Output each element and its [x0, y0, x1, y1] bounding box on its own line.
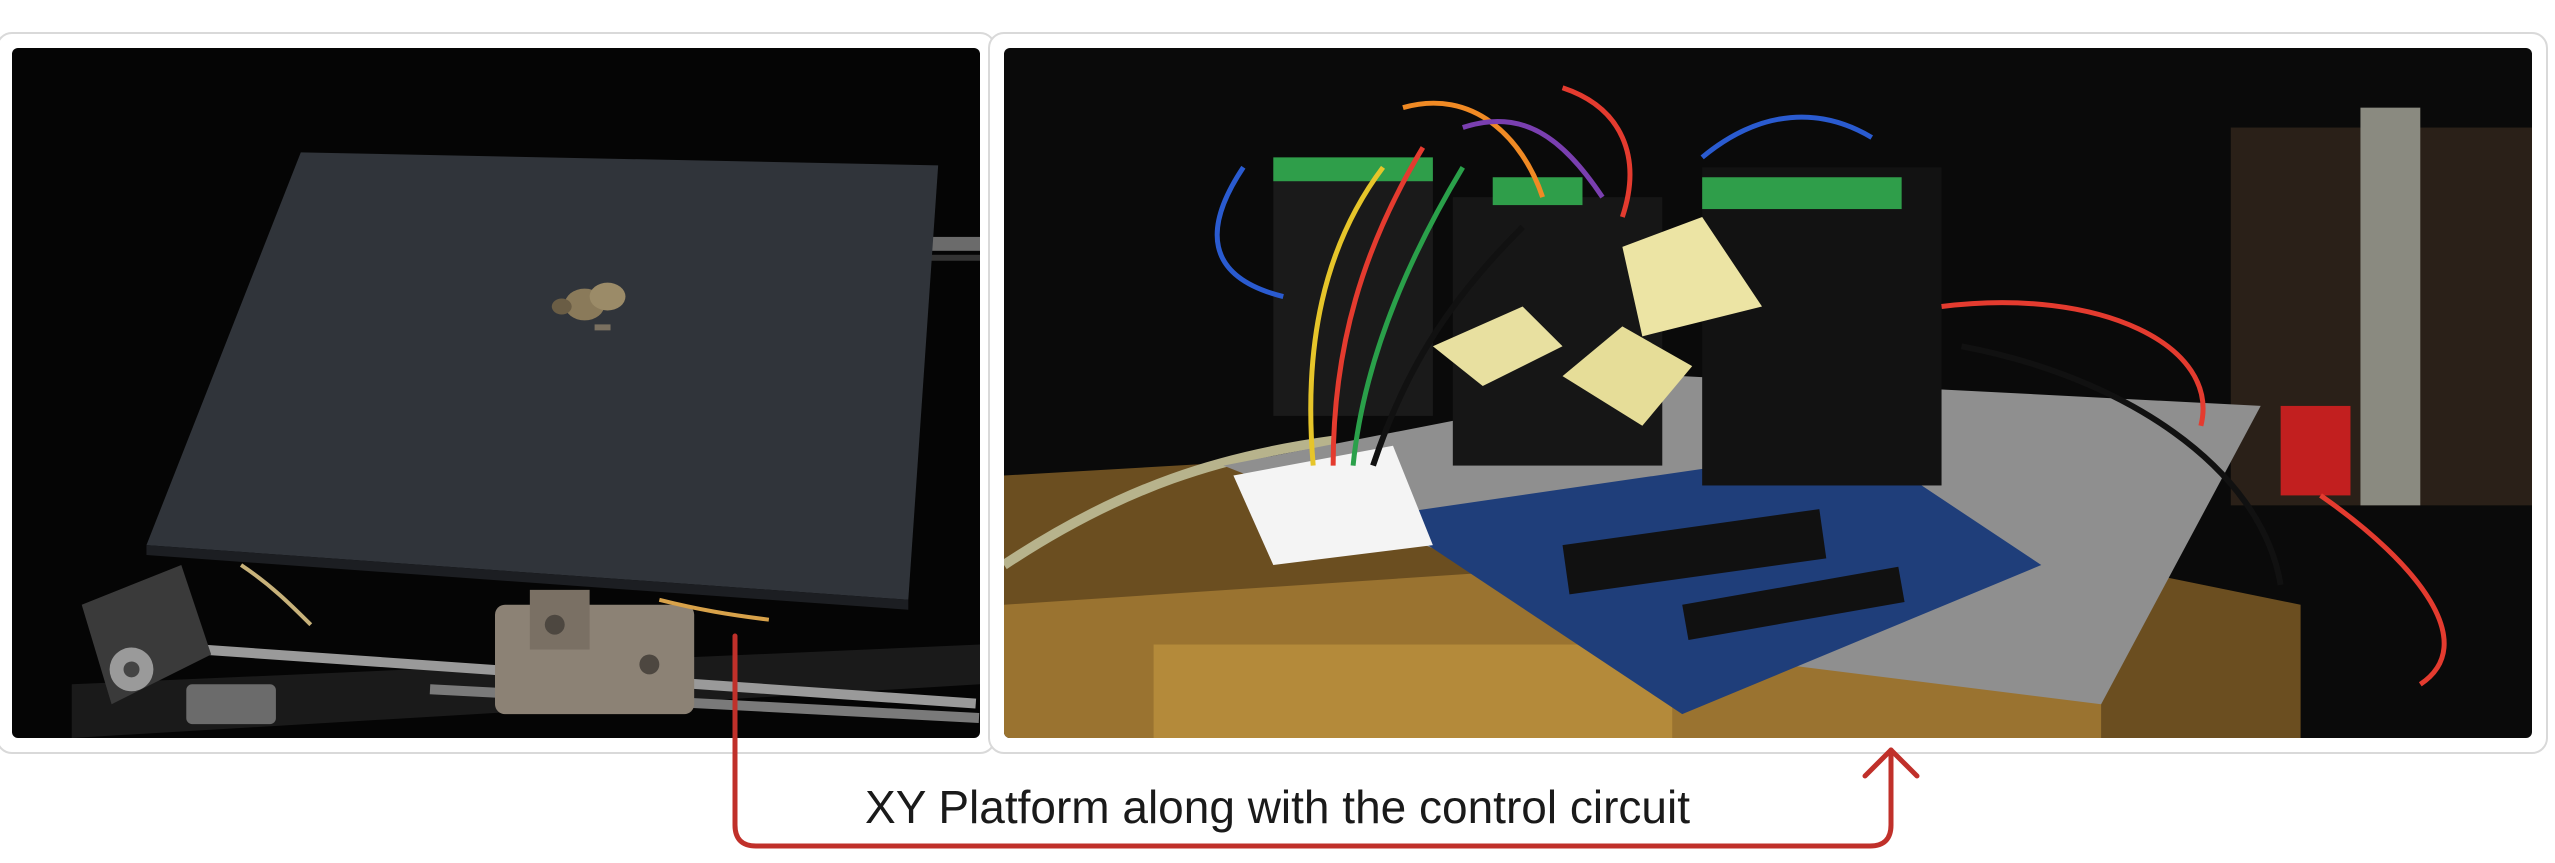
caption-text: XY Platform along with the control circu…: [865, 781, 1690, 833]
red-switch: [2280, 405, 2351, 496]
control-circuit-photo: [1004, 48, 2532, 738]
terminal-block: [1702, 177, 1902, 210]
carriage-block: [495, 604, 695, 715]
control-circuit-photo-card: [988, 32, 2548, 754]
xy-platform-photo: [12, 48, 980, 738]
xy-platform-photo-card: [0, 32, 996, 754]
control-circuit-illustration: [1004, 48, 2532, 738]
xy-platform-illustration: [12, 48, 980, 738]
